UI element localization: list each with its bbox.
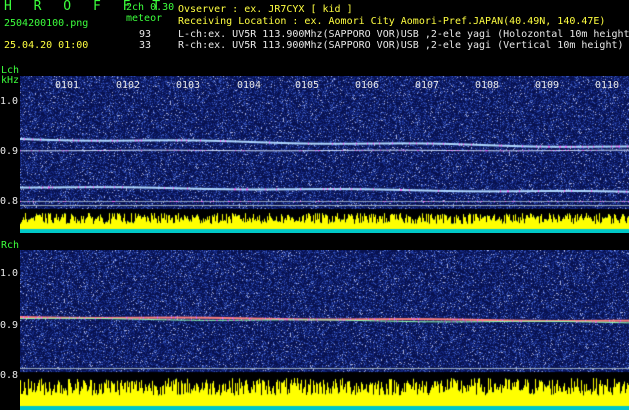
- rch-spectrogram-canvas: [20, 250, 629, 410]
- lch-xtick-0104: 0104: [237, 80, 262, 91]
- lch-ytick-1-0: 1.0: [0, 96, 19, 107]
- lch-xtick-0102: 0102: [116, 80, 141, 91]
- rch-label: Rch: [1, 240, 20, 251]
- observer-line: Ovserver : ex. JR7CYX [ kid ]: [178, 4, 353, 15]
- rch-spectrogram: [20, 250, 629, 410]
- lch-xtick-0107: 0107: [415, 80, 440, 91]
- rch-info-line: R-ch:ex. UV5R 113.900Mhz(SAPPORO VOR)USB…: [178, 40, 624, 51]
- lch-xtick-0108: 0108: [475, 80, 500, 91]
- rch-ytick-0-8: 0.8: [0, 370, 19, 381]
- file-name: 2504200100.png: [4, 18, 89, 29]
- lch-spectrogram-canvas: [20, 76, 629, 233]
- lch-xtick-0105: 0105: [295, 80, 320, 91]
- lch-xtick-0109: 0109: [535, 80, 560, 91]
- lch-xtick-0106: 0106: [355, 80, 380, 91]
- rch-meteor-count: 33: [139, 40, 152, 51]
- lch-ytick-0-8: 0.8: [0, 196, 19, 207]
- meteor-label: meteor: [126, 13, 163, 24]
- lch-xtick-0110: 0110: [595, 80, 620, 91]
- lch-meteor-count: 93: [139, 29, 152, 40]
- app-version: 2ch 0.30: [126, 2, 175, 13]
- lch-xtick-0101: 0101: [55, 80, 80, 91]
- lch-spectrogram: [20, 76, 629, 233]
- lch-info-line: L-ch:ex. UV5R 113.900Mhz(SAPPORO VOR)USB…: [178, 29, 629, 40]
- file-datetime: 25.04.20 01:00: [4, 40, 89, 51]
- lch-ytick-0-9: 0.9: [0, 146, 19, 157]
- location-line: Receiving Location : ex. Aomori City Aom…: [178, 16, 606, 27]
- lch-xtick-0103: 0103: [176, 80, 201, 91]
- lch-unit: kHz: [1, 75, 20, 86]
- rch-ytick-1-0: 1.0: [0, 268, 19, 279]
- rch-ytick-0-9: 0.9: [0, 320, 19, 331]
